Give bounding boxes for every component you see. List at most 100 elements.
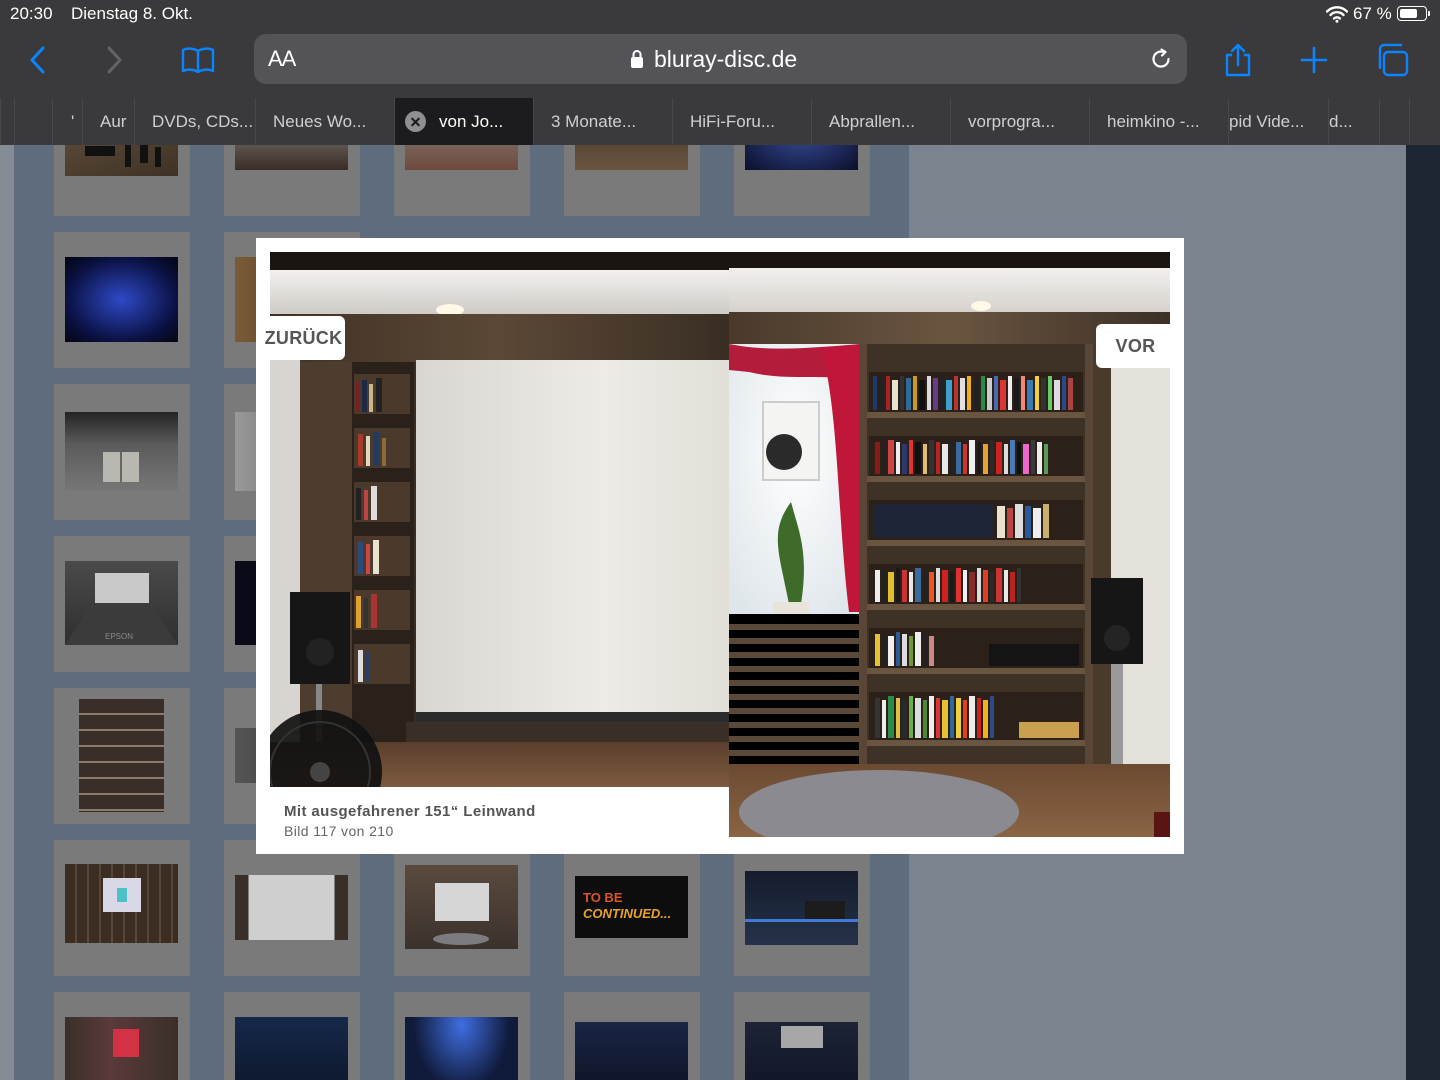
gallery-thumbnail[interactable] bbox=[54, 384, 190, 520]
image-counter: Bild 117 von 210 bbox=[284, 823, 394, 839]
cinema-screen-photo bbox=[433, 883, 489, 945]
bookmarks-button[interactable] bbox=[178, 40, 218, 80]
share-button[interactable] bbox=[1218, 40, 1258, 80]
thumbnail-image bbox=[65, 1017, 178, 1080]
thumbnail-image bbox=[745, 871, 858, 945]
image-lightbox: ZURÜCK VOR Mit ausgefahrener 151“ Leinwa… bbox=[256, 238, 1184, 854]
next-image-button[interactable]: VOR bbox=[1096, 324, 1175, 368]
tab-label: ' bbox=[71, 112, 75, 131]
tab-item[interactable]: ' bbox=[52, 98, 82, 145]
gallery-thumbnail[interactable] bbox=[734, 992, 870, 1080]
led-room-photo bbox=[745, 901, 858, 922]
gallery-thumbnail[interactable] bbox=[54, 232, 190, 368]
wifi-icon bbox=[1326, 6, 1348, 23]
chevron-left-icon bbox=[30, 46, 45, 74]
reader-options-button[interactable]: AA bbox=[268, 46, 296, 72]
tab-label: vorprogra... bbox=[968, 112, 1055, 131]
thumbnail-image bbox=[745, 1022, 858, 1080]
tab-label: DVDs, CDs... bbox=[152, 112, 254, 131]
tab-label: 3 Monate... bbox=[551, 112, 637, 131]
gallery-thumbnail[interactable]: TO BE CONTINUED... bbox=[564, 840, 700, 976]
image-caption: Mit ausgefahrener 151“ Leinwand bbox=[284, 803, 536, 820]
tab-item[interactable]: Neues Wo... bbox=[255, 98, 394, 145]
chevron-right-icon bbox=[107, 46, 122, 74]
tab-strip: ' Aur DVDs, CDs... Neues Wo... von Jo...… bbox=[0, 98, 1440, 145]
gallery-thumbnail[interactable] bbox=[394, 992, 530, 1080]
tab-item[interactable]: vorprogra... bbox=[950, 98, 1089, 145]
thumbnail-image bbox=[65, 257, 178, 342]
url-text: bluray-disc.de bbox=[654, 46, 798, 72]
lock-icon bbox=[631, 50, 643, 68]
tab-label: Neues Wo... bbox=[273, 112, 367, 131]
gallery-thumbnail[interactable] bbox=[224, 992, 360, 1080]
tab-item-active[interactable]: von Jo... bbox=[394, 98, 533, 145]
tab-item[interactable]: heimkino -... bbox=[1089, 98, 1228, 145]
to-be-text: TO BE bbox=[583, 890, 623, 905]
gallery-thumbnail[interactable] bbox=[54, 992, 190, 1080]
projection-screen bbox=[416, 360, 729, 712]
tab-edge bbox=[1379, 98, 1409, 145]
continued-text: CONTINUED... bbox=[583, 906, 671, 921]
tab-label: HiFi-Foru... bbox=[690, 112, 775, 131]
thumbnail-image bbox=[65, 412, 178, 491]
tab-item[interactable]: d... bbox=[1328, 98, 1379, 145]
tab-label: heimkino -... bbox=[1107, 112, 1200, 131]
tab-edge bbox=[0, 98, 14, 145]
tab-item[interactable]: HiFi-Foru... bbox=[672, 98, 811, 145]
tab-label: Abprallen... bbox=[829, 112, 915, 131]
gallery-thumbnail[interactable] bbox=[224, 840, 360, 976]
to-be-continued-photo: TO BE CONTINUED... bbox=[583, 890, 671, 921]
share-icon bbox=[1225, 43, 1251, 77]
epson-logo-text: EPSON bbox=[105, 632, 133, 641]
tab-label: d... bbox=[1329, 112, 1353, 131]
gallery-thumbnail[interactable] bbox=[394, 840, 530, 976]
status-date: Dienstag 8. Okt. bbox=[71, 4, 193, 23]
thumbnail-image bbox=[235, 875, 348, 940]
gallery-thumbnail[interactable] bbox=[54, 840, 190, 976]
speaker bbox=[1091, 578, 1143, 664]
thumbnail-image bbox=[405, 1017, 518, 1080]
battery-icon bbox=[1397, 6, 1430, 21]
tab-item[interactable]: Abprallen... bbox=[811, 98, 950, 145]
tab-overview-button[interactable] bbox=[1372, 40, 1412, 80]
window-photo bbox=[103, 452, 139, 482]
previous-image-button[interactable]: ZURÜCK bbox=[262, 316, 345, 360]
thumbnail-image bbox=[575, 1022, 688, 1080]
red-room-photo bbox=[113, 1029, 139, 1057]
page-left-margin bbox=[0, 145, 14, 1080]
tab-label: pid Vide... bbox=[1229, 112, 1305, 131]
thumbnail-image bbox=[79, 699, 164, 812]
tab-item[interactable]: Aur bbox=[82, 98, 134, 145]
cinema-room-photo: EPSON bbox=[65, 573, 178, 645]
tab-label: Aur bbox=[100, 112, 127, 131]
browser-chrome: 20:30 Dienstag 8. Okt. 67 % AA bluray-di… bbox=[0, 0, 1440, 145]
thumbnail-image bbox=[405, 865, 518, 949]
gallery-thumbnail[interactable] bbox=[564, 992, 700, 1080]
close-tab-icon[interactable] bbox=[405, 111, 426, 132]
tabs-icon bbox=[1378, 43, 1409, 77]
thumbnail-image bbox=[235, 1017, 348, 1080]
reload-icon[interactable] bbox=[1149, 47, 1173, 71]
screen-shelves-photo bbox=[103, 878, 141, 912]
status-time: 20:30 bbox=[10, 4, 53, 23]
tab-item[interactable]: 3 Monate... bbox=[533, 98, 672, 145]
tab-item[interactable]: DVDs, CDs... bbox=[134, 98, 255, 145]
new-tab-button[interactable] bbox=[1294, 40, 1334, 80]
gallery-thumbnail[interactable] bbox=[54, 688, 190, 824]
tab-item[interactable]: pid Vide... bbox=[1228, 98, 1328, 145]
battery-percent: 67 % bbox=[1353, 4, 1392, 23]
wide-screen-photo bbox=[781, 1026, 823, 1048]
forward-button[interactable] bbox=[94, 40, 134, 80]
gallery-thumbnail[interactable]: EPSON bbox=[54, 536, 190, 672]
page-right-edge bbox=[1406, 145, 1440, 1080]
thumbnail-image: TO BE CONTINUED... bbox=[575, 876, 688, 938]
thumbnail-image bbox=[65, 864, 178, 943]
gallery-thumbnail[interactable] bbox=[734, 840, 870, 976]
back-button[interactable] bbox=[18, 40, 58, 80]
status-bar: 20:30 Dienstag 8. Okt. 67 % bbox=[0, 0, 1440, 28]
tab-edge bbox=[1409, 98, 1440, 145]
thumbnail-image: EPSON bbox=[65, 561, 178, 645]
plus-icon bbox=[1300, 46, 1328, 74]
address-bar[interactable]: AA bluray-disc.de bbox=[254, 34, 1187, 84]
tab-label: von Jo... bbox=[439, 112, 504, 131]
